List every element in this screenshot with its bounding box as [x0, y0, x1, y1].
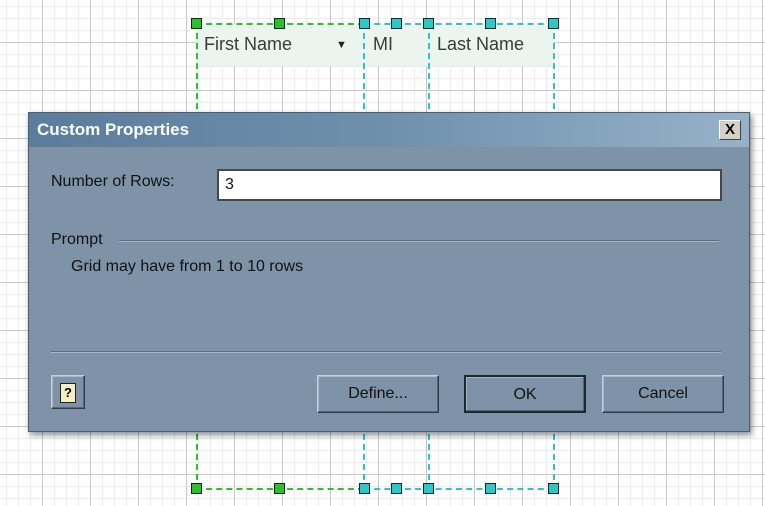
prompt-divider — [119, 240, 719, 242]
selection-handle[interactable] — [485, 483, 496, 494]
selection-handle[interactable] — [191, 18, 202, 29]
dialog-titlebar[interactable]: Custom Properties X — [29, 113, 749, 147]
close-button[interactable]: X — [719, 120, 741, 140]
custom-properties-dialog: Custom Properties X Number of Rows: Prom… — [28, 112, 750, 432]
prompt-text: Grid may have from 1 to 10 rows — [71, 258, 304, 275]
selection-handle[interactable] — [423, 18, 434, 29]
dialog-title: Custom Properties — [37, 120, 190, 139]
selection-handle[interactable] — [274, 18, 285, 29]
button-divider — [51, 351, 721, 353]
selection-handle[interactable] — [391, 483, 402, 494]
prompt-label: Prompt — [51, 231, 103, 248]
selection-handle[interactable] — [548, 483, 559, 494]
selection-handle[interactable] — [191, 483, 202, 494]
column-header-last-name: Last Name — [437, 34, 525, 54]
selection-handle[interactable] — [548, 18, 559, 29]
number-of-rows-label: Number of Rows: — [51, 173, 175, 190]
selection-handle[interactable] — [391, 18, 402, 29]
close-icon: X — [724, 121, 735, 138]
number-of-rows-input[interactable] — [217, 169, 722, 201]
column-header-first-name: First Name — [204, 34, 293, 54]
help-button[interactable]: ? — [51, 375, 85, 409]
column-header-mi: MI — [373, 34, 393, 54]
selection-handle[interactable] — [423, 483, 434, 494]
selection-handle[interactable] — [359, 18, 370, 29]
selection-handle[interactable] — [485, 18, 496, 29]
dropdown-arrow-icon[interactable]: ▼ — [336, 24, 347, 66]
selection-handle[interactable] — [359, 483, 370, 494]
grid-shape-header[interactable]: First Name ▼ MI Last Name — [196, 24, 554, 66]
selection-handle[interactable] — [274, 483, 285, 494]
help-icon: ? — [60, 383, 76, 403]
ok-button[interactable]: OK — [464, 375, 586, 413]
cancel-button[interactable]: Cancel — [602, 375, 724, 413]
define-button[interactable]: Define... — [317, 375, 439, 413]
